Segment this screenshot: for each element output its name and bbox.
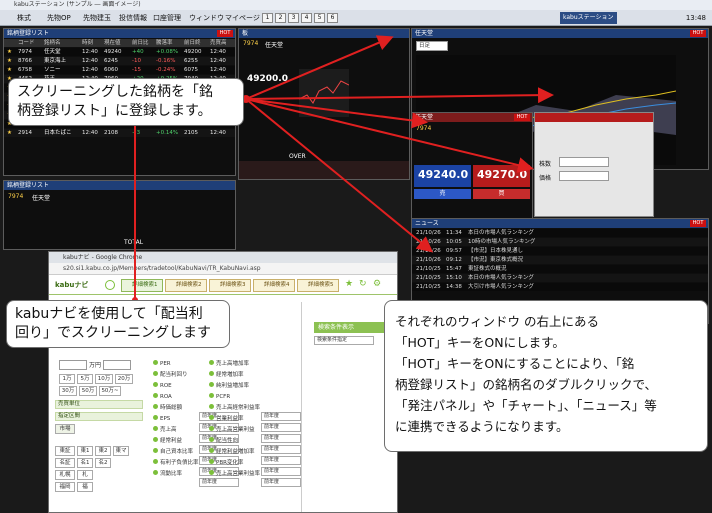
callout-register: スクリーニングした銘柄を「銘 柄登録リスト」に登録します。 bbox=[8, 78, 244, 126]
callout-hot-line-6: に連携できるようになります。 bbox=[395, 419, 569, 434]
callout-kabunavi: kabuナビを使用して「配当利 回り」でスクリーニングします bbox=[6, 300, 230, 348]
callout-kabunavi-line-2: 回り」でスクリーニングします bbox=[15, 325, 211, 341]
callout-hot-line-1: それぞれのウィンドウ の右上にある bbox=[395, 314, 599, 329]
trading-screen: kabuステーション (サンプル ― 画面イメージ) 株式 先物OP 先物建玉 … bbox=[0, 0, 712, 513]
callout-hot-line-3: 「HOT」キーをONにすることにより、「銘 bbox=[395, 356, 635, 371]
callout-hot-line-4: 柄登録リスト」の銘柄名のダブルクリックで、 bbox=[395, 377, 658, 392]
callout-hot: それぞれのウィンドウ の右上にある 「HOT」キーをONにします。 「HOT」キ… bbox=[384, 300, 708, 452]
callout-register-line-2: 柄登録リスト」に登録します。 bbox=[17, 103, 212, 119]
callout-kabunavi-line-1: kabuナビを使用して「配当利 bbox=[15, 306, 203, 322]
callout-register-line-1: スクリーニングした銘柄を「銘 bbox=[17, 84, 213, 100]
callout-hot-line-5: 「発注パネル」や「チャート」、「ニュース」等 bbox=[395, 398, 657, 413]
callout-hot-line-2: 「HOT」キーをONにします。 bbox=[395, 335, 565, 350]
